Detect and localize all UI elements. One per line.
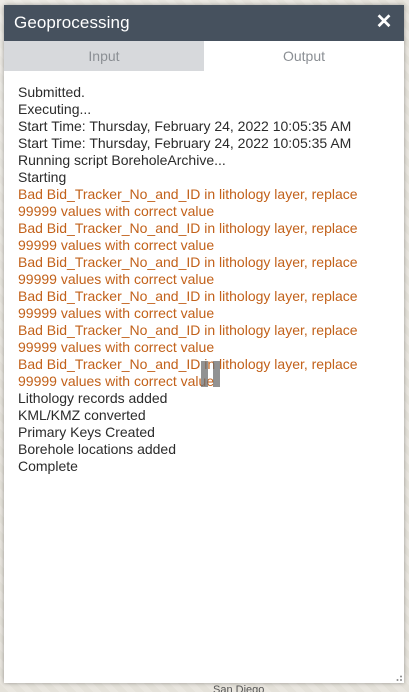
panel-titlebar[interactable]: Geoprocessing ✕: [4, 5, 404, 41]
info-message: Start Time: Thursday, February 24, 2022 …: [18, 135, 352, 151]
warning-message: Bad Bid_Tracker_No_and_ID in lithology l…: [18, 186, 358, 219]
tab-output[interactable]: Output: [204, 41, 404, 71]
pause-icon[interactable]: [198, 361, 224, 387]
info-message: Lithology records added: [18, 390, 168, 406]
output-messages: Submitted. Executing... Start Time: Thursd…: [18, 84, 394, 475]
info-message: Starting: [18, 169, 67, 185]
panel-title: Geoprocessing: [14, 13, 130, 32]
resize-grip-icon[interactable]: [393, 672, 403, 682]
info-message: Complete: [18, 458, 78, 474]
info-message: Borehole locations added: [18, 441, 177, 457]
map-place-label: San Diego: [213, 684, 265, 692]
info-message: Running script BoreholeArchive...: [18, 152, 226, 168]
tab-bar: Input Output: [4, 41, 404, 71]
geoprocessing-panel: Geoprocessing ✕ Input Output Submitted. E…: [4, 5, 404, 683]
warning-message: Bad Bid_Tracker_No_and_ID in lithology l…: [18, 322, 358, 355]
info-message: KML/KMZ converted: [18, 407, 146, 423]
warning-message: Bad Bid_Tracker_No_and_ID in lithology l…: [18, 288, 358, 321]
warning-message: Bad Bid_Tracker_No_and_ID in lithology l…: [18, 220, 358, 253]
info-message: Primary Keys Created: [18, 424, 155, 440]
info-message: Submitted.: [18, 84, 85, 100]
info-message: Start Time: Thursday, February 24, 2022 …: [18, 118, 352, 134]
warning-message: Bad Bid_Tracker_No_and_ID in lithology l…: [18, 254, 358, 287]
close-icon[interactable]: ✕: [374, 11, 394, 33]
tab-input[interactable]: Input: [4, 41, 204, 71]
info-message: Executing...: [18, 101, 92, 117]
